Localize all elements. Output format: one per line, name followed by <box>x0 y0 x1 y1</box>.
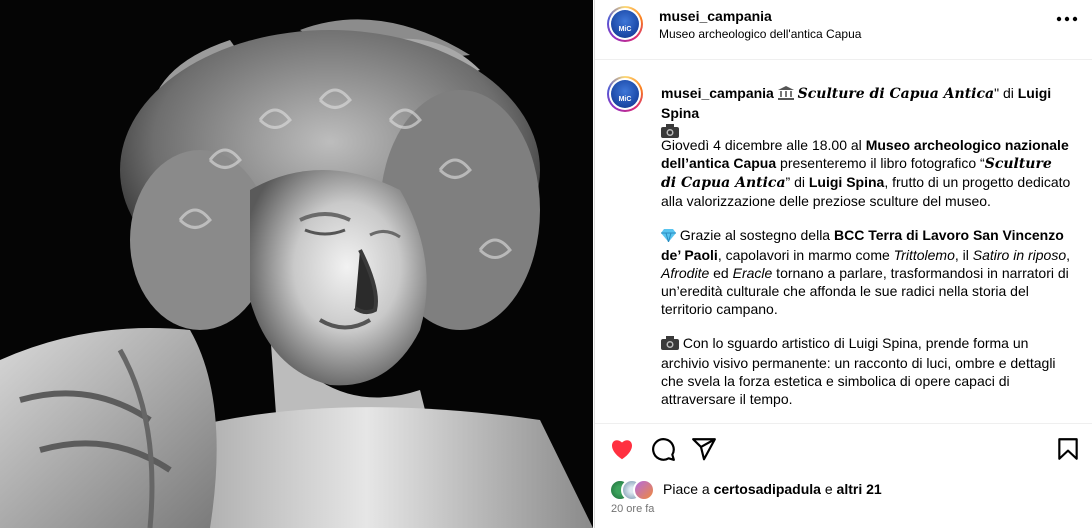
caption-text: Grazie al sostegno della <box>676 227 834 243</box>
camera-icon <box>661 336 679 354</box>
caption-paragraph-2: Grazie al sostegno della BCC Terra di La… <box>661 226 1071 318</box>
likes-middle: e <box>820 481 837 497</box>
action-bar <box>595 424 1092 472</box>
avatar-logo: MiC <box>611 10 639 38</box>
caption-title: Sculture di Capua Antica <box>797 86 995 102</box>
save-icon[interactable] <box>1055 436 1081 462</box>
caption-title-suffix: " di <box>994 85 1018 101</box>
caption-text: Con lo sguardo artistico di Luigi Spina,… <box>661 335 1056 407</box>
caption-avatar[interactable]: MiC <box>607 76 643 112</box>
more-icon[interactable] <box>1056 16 1078 22</box>
caption-text: presenteremo il libro fotografico “ <box>776 155 985 171</box>
caption-area[interactable]: MiC musei_campania Sculture di Capua Ant… <box>595 60 1092 422</box>
caption-text: Giovedì 4 dicembre alle 18.00 al <box>661 137 866 153</box>
post-location[interactable]: Museo archeologico dell'antica Capua <box>659 27 861 41</box>
caption-header: musei_campania Sculture di Capua Antica"… <box>661 84 1071 142</box>
caption-text: , <box>1066 247 1071 263</box>
sculpture-image <box>0 0 593 528</box>
avatar-logo: MiC <box>611 80 639 108</box>
caption-text: ed <box>709 265 733 281</box>
caption-text: , il <box>954 247 973 263</box>
caption-italic: Afrodite <box>661 265 710 281</box>
heart-icon[interactable] <box>609 436 635 462</box>
post-photo[interactable] <box>0 0 593 528</box>
caption-paragraph-3: Con lo sguardo artistico di Luigi Spina,… <box>661 334 1071 408</box>
museum-icon <box>777 86 794 104</box>
caption-italic: Satiro in riposo <box>972 247 1067 263</box>
post-side-panel: MiC musei_campania Museo archeologico de… <box>594 0 1092 528</box>
caption-text: , capolavori in marmo come <box>717 247 894 263</box>
caption-italic: Trittolemo <box>893 247 955 263</box>
likes-summary: Piace a certosadipadula e altri 21 <box>663 481 882 497</box>
caption-bold: Luigi Spina <box>808 174 885 190</box>
gem-icon <box>661 228 676 246</box>
post-author-username[interactable]: musei_campania <box>659 8 772 24</box>
liker-username[interactable]: certosadipadula <box>714 481 821 497</box>
caption-paragraph-1: Giovedì 4 dicembre alle 18.00 al Museo a… <box>661 136 1071 210</box>
caption-italic: Eracle <box>732 265 773 281</box>
caption-text: ” di <box>785 174 809 190</box>
share-icon[interactable] <box>691 436 717 462</box>
liker-avatar <box>633 479 655 501</box>
post-timestamp[interactable]: 20 ore fa <box>611 503 654 515</box>
post-author-avatar[interactable]: MiC <box>607 6 643 42</box>
likes-prefix: Piace a <box>663 481 714 497</box>
likes-others-link[interactable]: altri 21 <box>837 481 882 497</box>
caption-username[interactable]: musei_campania <box>661 85 774 101</box>
comment-icon[interactable] <box>650 436 676 462</box>
